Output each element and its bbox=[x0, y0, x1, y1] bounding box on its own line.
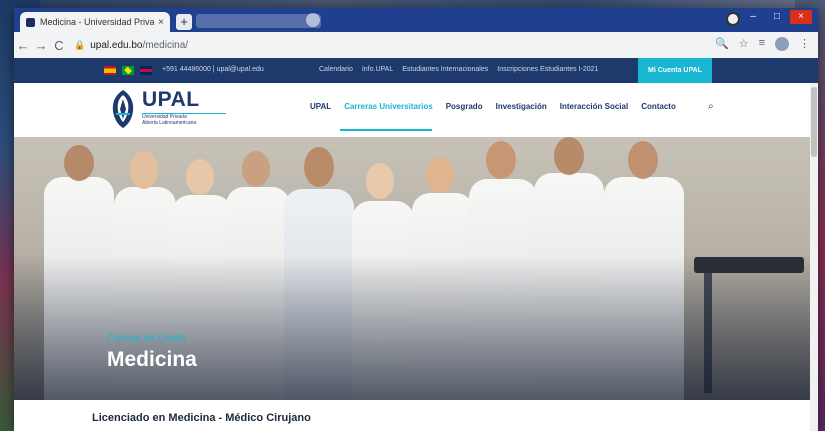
flag-spain-icon[interactable] bbox=[104, 66, 116, 75]
star-icon[interactable]: ☆ bbox=[739, 37, 749, 51]
extension-icon[interactable] bbox=[726, 12, 740, 26]
nav-posgrado[interactable]: Posgrado bbox=[446, 102, 483, 111]
hero-banner: Carrera de Grado Medicina bbox=[14, 137, 810, 400]
back-icon[interactable]: ← bbox=[14, 38, 32, 53]
url-host: upal.edu.bo bbox=[90, 39, 143, 51]
nav-contacto[interactable]: Contacto bbox=[641, 102, 676, 111]
minimize-button[interactable]: – bbox=[742, 10, 764, 24]
language-flags bbox=[104, 66, 152, 75]
upal-logo-icon[interactable] bbox=[110, 89, 136, 129]
address-bar-row: ← → C 🔒 upal.edu.bo/medicina/ 🔍 ☆ ≡ ⋮ bbox=[14, 32, 818, 59]
mi-cuenta-button[interactable]: Mi Cuenta UPAL bbox=[638, 58, 712, 83]
top-link-calendario[interactable]: Calendario bbox=[319, 66, 353, 73]
profile-avatar[interactable] bbox=[775, 37, 789, 51]
search-icon[interactable]: 🔍 bbox=[715, 37, 729, 51]
contact-info[interactable]: +591 44486000 | upal@upal.edu bbox=[162, 66, 264, 73]
nav-carreras[interactable]: Carreras Universitarios bbox=[344, 102, 433, 111]
hero-title: Medicina bbox=[107, 348, 197, 371]
flag-uk-icon[interactable] bbox=[140, 66, 152, 75]
tab-strip: Medicina - Universidad Privada × + – □ × bbox=[14, 8, 818, 32]
hero-kicker: Carrera de Grado bbox=[107, 333, 186, 344]
media-icon[interactable]: ≡ bbox=[759, 37, 765, 51]
top-link-estudiantes-internacionales[interactable]: Estudiantes Internacionales bbox=[402, 66, 488, 73]
lock-icon: 🔒 bbox=[74, 39, 86, 50]
maximize-button[interactable]: □ bbox=[766, 10, 788, 24]
logo-wordmark[interactable]: UPAL Universidad Privada Abierta Latinoa… bbox=[142, 89, 226, 126]
close-window-button[interactable]: × bbox=[790, 10, 812, 24]
degree-subtitle: Licenciado en Medicina - Médico Cirujano bbox=[92, 412, 311, 424]
new-tab-button[interactable]: + bbox=[176, 14, 192, 30]
background-tab-icon bbox=[306, 13, 320, 27]
active-nav-indicator bbox=[340, 129, 432, 131]
main-nav: UPAL Carreras Universitarios Posgrado In… bbox=[310, 102, 676, 111]
site-top-bar: +591 44486000 | upal@upal.edu Calendario… bbox=[14, 58, 818, 83]
flag-brazil-icon[interactable] bbox=[122, 66, 134, 75]
top-links: Calendario Info.UPAL Estudiantes Interna… bbox=[319, 66, 598, 73]
nav-interaccion-social[interactable]: Interacción Social bbox=[560, 102, 628, 111]
logo-subtitle-2: Abierta Latinoamericana bbox=[142, 120, 197, 126]
site-search-icon[interactable]: ⌕ bbox=[708, 101, 714, 112]
scrollbar-thumb[interactable] bbox=[811, 87, 817, 157]
background-tab[interactable] bbox=[196, 14, 321, 28]
tab-title: Medicina - Universidad Privada bbox=[40, 17, 155, 27]
top-link-info-upal[interactable]: Info.UPAL bbox=[362, 66, 393, 73]
favicon-icon bbox=[26, 17, 35, 27]
url-field[interactable]: 🔒 upal.edu.bo/medicina/ bbox=[74, 40, 188, 51]
logo-title: UPAL bbox=[142, 88, 200, 111]
page-scrollbar[interactable] bbox=[810, 83, 818, 431]
window-controls: – □ × bbox=[742, 10, 812, 24]
nav-investigacion[interactable]: Investigación bbox=[496, 102, 547, 111]
browser-window: Medicina - Universidad Privada × + – □ ×… bbox=[14, 8, 818, 431]
top-link-inscripciones[interactable]: Inscripciones Estudiantes I-2021 bbox=[497, 66, 598, 73]
reload-icon[interactable]: C bbox=[50, 38, 68, 53]
site-header: UPAL Universidad Privada Abierta Latinoa… bbox=[14, 83, 818, 137]
browser-toolbar-icons: 🔍 ☆ ≡ ⋮ bbox=[715, 37, 810, 51]
forward-icon[interactable]: → bbox=[32, 38, 50, 53]
menu-icon[interactable]: ⋮ bbox=[799, 37, 810, 51]
url-path: /medicina/ bbox=[142, 39, 189, 51]
nav-upal[interactable]: UPAL bbox=[310, 102, 331, 111]
tab-close-icon[interactable]: × bbox=[158, 17, 164, 28]
tab-medicina[interactable]: Medicina - Universidad Privada × bbox=[20, 12, 170, 32]
